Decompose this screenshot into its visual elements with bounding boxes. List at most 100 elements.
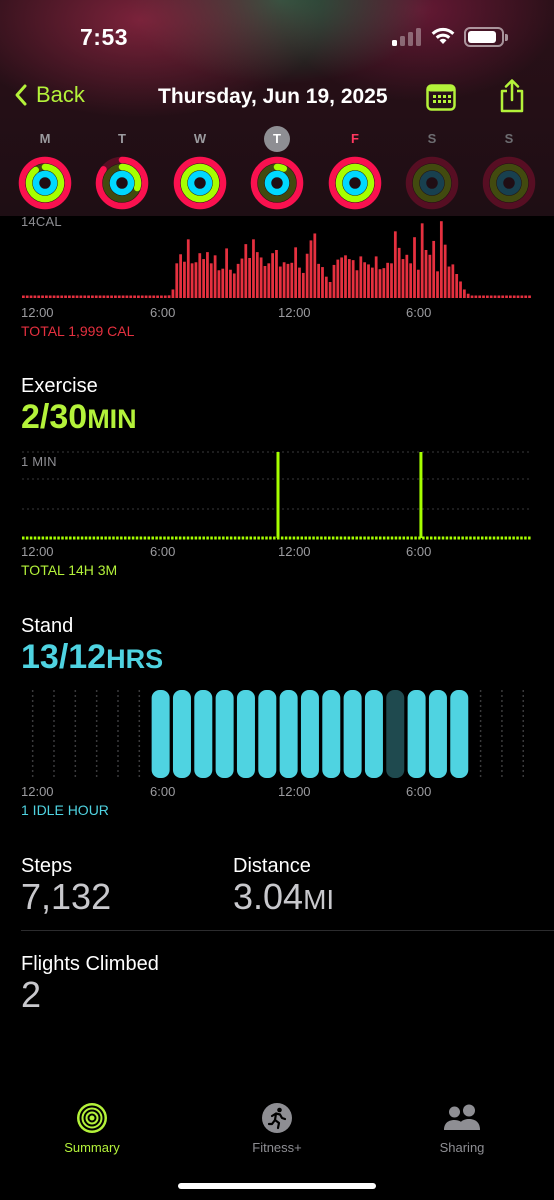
move-bar [336, 259, 340, 298]
move-bar [225, 248, 228, 298]
move-bar [190, 263, 194, 298]
stand-bar [194, 690, 213, 778]
exercise-bar [419, 452, 423, 538]
exercise-baseline-mark [347, 536, 351, 540]
day-letter: T [118, 131, 126, 146]
exercise-baseline-mark [202, 536, 205, 540]
week-day[interactable]: M [15, 126, 75, 210]
move-bar [52, 295, 56, 298]
exercise-baseline-mark [222, 536, 225, 540]
status-bar: 7:53 [0, 0, 554, 70]
week-day[interactable]: T [92, 126, 152, 210]
exercise-baseline-mark [182, 536, 186, 540]
exercise-baseline-mark [457, 536, 460, 540]
exercise-baseline-mark [528, 536, 531, 540]
exercise-baseline-mark [375, 536, 378, 540]
exercise-baseline-mark [516, 536, 519, 540]
move-bar [194, 262, 198, 298]
move-x-label: 6:00 [150, 305, 176, 320]
stand-total: 1 IDLE HOUR [21, 802, 109, 818]
back-button[interactable]: Back [14, 82, 85, 108]
exercise-baseline-mark [453, 536, 457, 540]
exercise-baseline-mark [257, 536, 260, 540]
week-day[interactable]: S [402, 126, 462, 210]
wifi-icon [431, 27, 455, 44]
exercise-baseline-mark [25, 536, 29, 540]
exercise-baseline-mark [382, 536, 386, 540]
exercise-baseline-mark [80, 536, 84, 540]
exercise-baseline-mark [151, 536, 154, 540]
move-bar [248, 258, 251, 298]
move-bar [485, 295, 489, 298]
distance-value: 3.04MI [233, 876, 334, 918]
exercise-baseline-mark [488, 536, 492, 540]
exercise-baseline-mark [29, 536, 33, 540]
move-bar [229, 269, 232, 298]
move-bar [221, 268, 225, 298]
move-bar [382, 268, 386, 298]
stand-idle-bar [386, 690, 405, 778]
move-bar [416, 269, 420, 298]
exercise-baseline-mark [171, 536, 174, 540]
exercise-baseline-mark [273, 536, 276, 540]
exercise-baseline-mark [159, 536, 162, 540]
move-bar [294, 247, 298, 298]
move-bar [232, 273, 236, 298]
exercise-total: TOTAL 14H 3M [21, 562, 118, 578]
stand-x-label: 12:00 [21, 784, 54, 799]
stand-x-label: 6:00 [406, 784, 432, 799]
stand-bar [450, 690, 469, 778]
move-bar [75, 295, 79, 298]
exercise-baseline-mark [33, 536, 37, 540]
cellular-signal-icon [392, 28, 422, 46]
exercise-baseline-mark [143, 536, 147, 540]
move-bar [137, 295, 140, 298]
calendar-icon[interactable] [426, 84, 456, 111]
stand-chart [31, 690, 524, 778]
exercise-baseline-mark [331, 536, 335, 540]
exercise-baseline-mark [484, 536, 488, 540]
move-bar [56, 295, 60, 298]
move-bar [198, 253, 202, 298]
exercise-baseline-mark [316, 536, 319, 540]
share-icon[interactable] [498, 78, 526, 114]
week-day[interactable]: S [479, 126, 539, 210]
back-label: Back [36, 82, 85, 107]
move-bar [244, 244, 248, 298]
exercise-baseline-mark [481, 536, 484, 540]
move-bar [267, 263, 271, 298]
move-bar [25, 295, 29, 298]
exercise-baseline-mark [218, 536, 221, 540]
week-day[interactable]: W [170, 126, 230, 210]
navigation-bar: Back Thursday, Jun 19, 2025 [0, 74, 554, 120]
exercise-baseline-mark [76, 536, 80, 540]
week-day[interactable]: F [325, 126, 385, 210]
exercise-baseline-mark [139, 536, 143, 540]
exercise-baseline-mark [127, 536, 131, 540]
exercise-baseline-mark [288, 536, 292, 540]
move-bar [282, 262, 286, 298]
move-bar [470, 295, 474, 298]
move-bar [64, 295, 67, 298]
exercise-baseline-mark [351, 536, 355, 540]
stand-value: 13/12HRS [21, 638, 163, 677]
move-bar [240, 258, 244, 298]
move-bar [114, 295, 117, 298]
move-bar [528, 295, 531, 298]
exercise-baseline-mark [500, 536, 504, 540]
tab-summary[interactable]: Summary [32, 1090, 152, 1155]
exercise-baseline-mark [461, 536, 464, 540]
move-bar [206, 252, 209, 298]
move-bar [252, 239, 255, 298]
move-bar [298, 267, 301, 298]
exercise-baseline-mark [124, 536, 127, 540]
tab-fitness-plus[interactable]: Fitness+ [217, 1090, 337, 1155]
tab-sharing[interactable]: Sharing [402, 1090, 522, 1155]
move-bar [255, 252, 259, 298]
exercise-chart-x-axis: 12:00 6:00 12:00 6:00 [0, 544, 554, 560]
exercise-baseline-mark [492, 536, 496, 540]
move-bar [186, 239, 190, 298]
stand-value-number: 13/12 [21, 638, 107, 676]
week-day[interactable]: T [247, 126, 307, 210]
move-bar [37, 295, 41, 298]
